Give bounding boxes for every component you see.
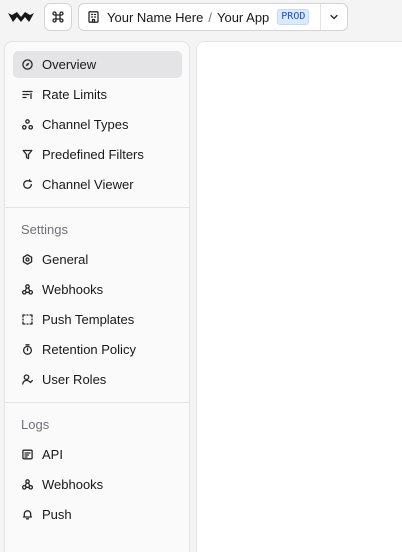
webhook-icon (22, 284, 33, 295)
app-name: Your App (216, 9, 270, 25)
sidebar-item-label: General (42, 252, 89, 267)
rate-limits-icon (22, 89, 33, 100)
sidebar-item-label: Retention Policy (42, 342, 136, 357)
sidebar: Overview Rate Limits Channel Types Prede… (4, 41, 190, 552)
sidebar-divider (5, 207, 189, 208)
org-name: Your Name Here (107, 9, 204, 25)
sidebar-item-overview[interactable]: Overview (13, 51, 182, 78)
compass-icon (22, 59, 33, 70)
logo-icon[interactable] (8, 9, 34, 25)
sidebar-item-general[interactable]: General (13, 246, 182, 273)
sidebar-item-predefined-filters[interactable]: Predefined Filters (13, 141, 182, 168)
sidebar-item-retention-policy[interactable]: Retention Policy (13, 336, 182, 363)
sidebar-item-push-logs[interactable]: Push (13, 501, 182, 528)
sidebar-item-rate-limits[interactable]: Rate Limits (13, 81, 182, 108)
environment-badge: PROD (277, 9, 310, 25)
sidebar-item-label: Webhooks (42, 282, 104, 297)
chevron-down-icon[interactable] (329, 13, 339, 21)
section-heading-logs: Logs (21, 417, 50, 432)
section-heading-settings: Settings (21, 222, 68, 237)
sidebar-item-label: Webhooks (42, 477, 104, 492)
sidebar-item-channel-types[interactable]: Channel Types (13, 111, 182, 138)
filter-icon (22, 149, 33, 160)
sidebar-item-label: Predefined Filters (42, 147, 144, 162)
sidebar-item-label: Overview (42, 57, 97, 72)
building-icon (88, 11, 99, 23)
sidebar-item-webhooks[interactable]: Webhooks (13, 276, 182, 303)
webhook-icon (22, 479, 33, 490)
sidebar-item-api-logs[interactable]: API (13, 441, 182, 468)
main-content-panel (196, 41, 402, 552)
sidebar-item-label: Push Templates (42, 312, 135, 327)
sidebar-item-user-roles[interactable]: User Roles (13, 366, 182, 393)
timer-icon (22, 344, 33, 355)
breadcrumb-separator: / (208, 9, 212, 25)
sidebar-item-label: User Roles (42, 372, 107, 387)
template-icon (22, 314, 33, 325)
bell-icon (22, 509, 33, 520)
api-log-icon (22, 449, 33, 460)
app-switcher[interactable]: Your Name Here / Your App PROD (78, 3, 348, 31)
channel-types-icon (22, 119, 33, 130)
sidebar-item-label: Rate Limits (42, 87, 108, 102)
top-bar: Your Name Here / Your App PROD (0, 0, 402, 34)
sidebar-item-channel-viewer[interactable]: Channel Viewer (13, 171, 182, 198)
command-menu-button[interactable] (44, 3, 72, 31)
sidebar-item-label: API (42, 447, 63, 462)
sidebar-divider (5, 402, 189, 403)
sidebar-item-push-templates[interactable]: Push Templates (13, 306, 182, 333)
user-roles-icon (22, 374, 33, 385)
refresh-icon (22, 179, 33, 190)
gear-icon (22, 254, 33, 265)
sidebar-item-label: Push (42, 507, 72, 522)
command-icon (52, 11, 64, 23)
sidebar-item-label: Channel Viewer (42, 177, 134, 192)
divider (320, 4, 321, 30)
sidebar-item-webhook-logs[interactable]: Webhooks (13, 471, 182, 498)
sidebar-item-label: Channel Types (42, 117, 129, 132)
